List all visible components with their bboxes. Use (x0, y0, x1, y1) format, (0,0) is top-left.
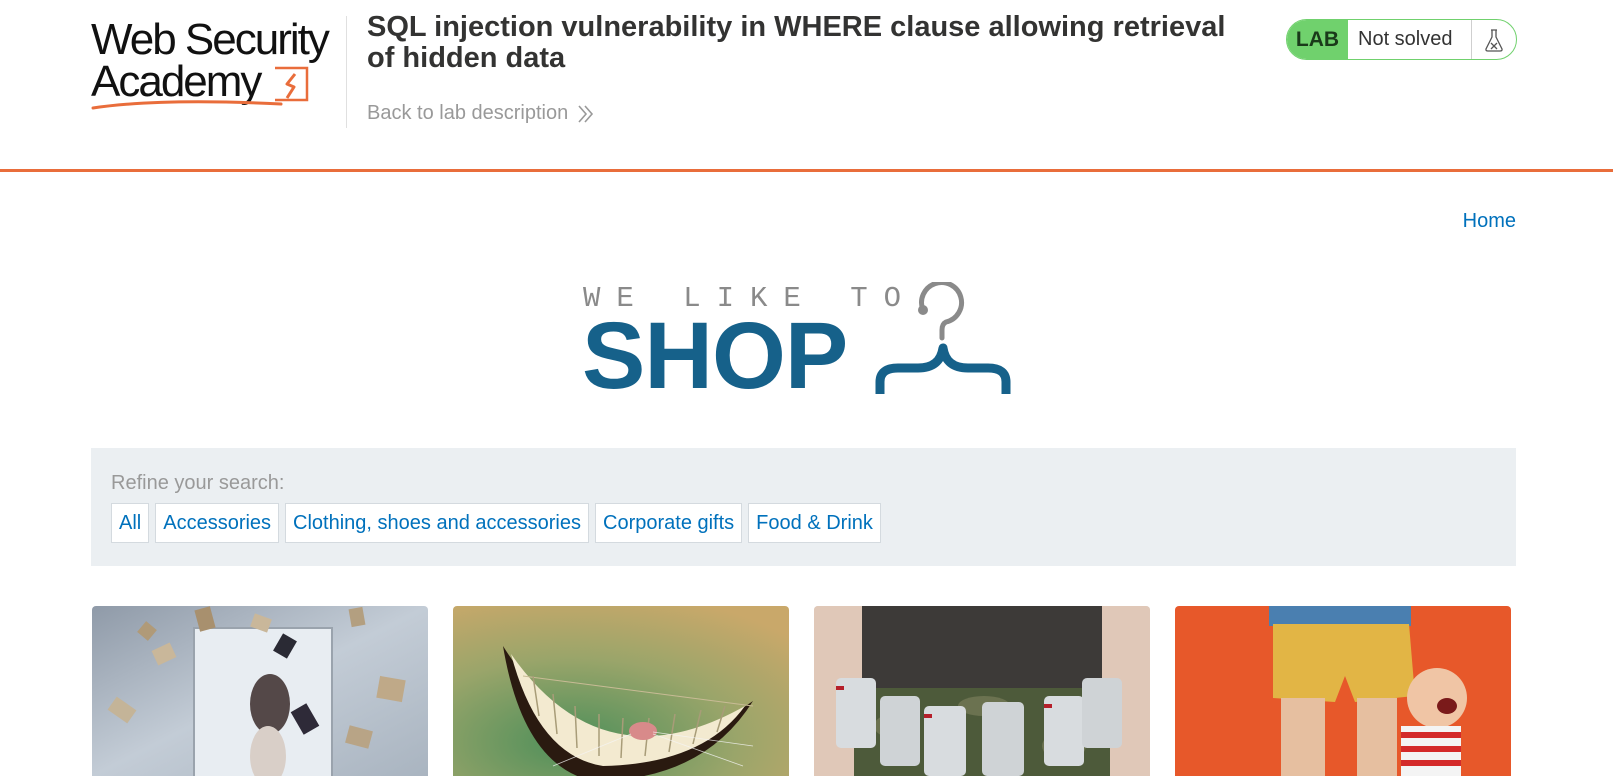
back-to-lab-description-link[interactable]: Back to lab description (367, 102, 594, 125)
lab-badge: LAB (1287, 20, 1348, 59)
filter-all[interactable]: All (111, 503, 150, 543)
logo-bolt-icon (91, 66, 309, 110)
shop-logo-name: SHOP (582, 303, 848, 409)
flying-books-woman-image (92, 606, 428, 776)
double-chevron-right-icon (578, 104, 594, 123)
product-image-figurine[interactable] (1175, 606, 1511, 776)
figurine-child-leg-image (1175, 606, 1511, 776)
home-link[interactable]: Home (1463, 210, 1516, 233)
product-image-beer-belt[interactable] (814, 606, 1150, 776)
filter-accessories[interactable]: Accessories (155, 503, 280, 543)
product-image-cheshire-grin[interactable] (453, 606, 789, 776)
category-filter-list: All Accessories Clothing, shoes and acce… (111, 503, 881, 543)
web-security-academy-logo[interactable]: Web Security Academy (91, 18, 341, 110)
lab-status-text: Not solved (1348, 20, 1472, 59)
lab-title: SQL injection vulnerability in WHERE cla… (367, 11, 1226, 74)
shop-logo: WE LIKE TO SHOP (582, 282, 1027, 407)
cheshire-cat-grin-image (453, 606, 789, 776)
lab-status-widget: LAB Not solved (1286, 19, 1517, 60)
filter-label: Refine your search: (111, 472, 285, 494)
search-filter-panel: Refine your search: All Accessories Clot… (91, 448, 1516, 566)
header-divider (346, 16, 347, 128)
flask-icon (1472, 20, 1516, 59)
product-image-flying-books[interactable] (92, 606, 428, 776)
filter-food-drink[interactable]: Food & Drink (748, 503, 881, 543)
filter-corporate-gifts[interactable]: Corporate gifts (595, 503, 743, 543)
back-link-label: Back to lab description (367, 102, 569, 124)
clothes-hanger-icon (875, 282, 1011, 394)
filter-clothing-shoes-accessories[interactable]: Clothing, shoes and accessories (285, 503, 589, 543)
beer-can-belt-image (814, 606, 1150, 776)
academy-header: Web Security Academy SQL injection vulne… (0, 0, 1613, 172)
